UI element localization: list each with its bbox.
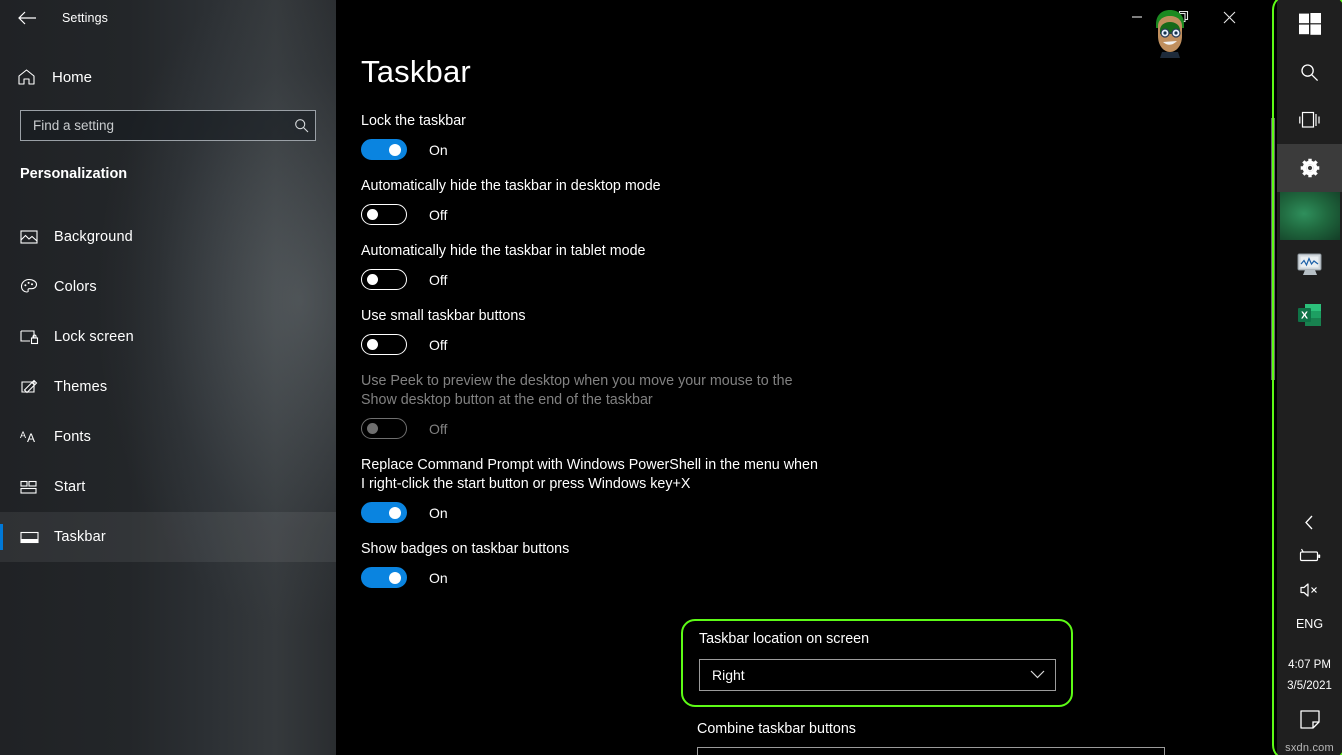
lock-screen-icon: [20, 329, 54, 345]
svg-text:A: A: [20, 430, 26, 440]
toggle-autohide-tablet[interactable]: [361, 269, 407, 290]
taskbar-location-dropdown[interactable]: Right: [699, 659, 1056, 691]
home-icon: [0, 68, 52, 86]
speaker-mute-icon[interactable]: [1277, 573, 1342, 607]
taskbar-location-label: Taskbar location on screen: [699, 631, 869, 647]
sidebar-category-title: Personalization: [20, 166, 127, 182]
sidebar-item-lock-screen-label: Lock screen: [54, 329, 134, 345]
sidebar-item-background-label: Background: [54, 229, 133, 245]
toggle-autohide-desktop[interactable]: [361, 204, 407, 225]
search-container: [20, 110, 316, 141]
excel-app[interactable]: X: [1277, 290, 1342, 340]
back-button[interactable]: [4, 2, 50, 34]
toggle-state: Off: [429, 207, 447, 223]
sidebar-item-lock-screen[interactable]: Lock screen: [0, 312, 336, 362]
toggle-state: On: [429, 570, 448, 586]
palette-icon: [20, 278, 54, 296]
toggle-state: Off: [429, 421, 447, 437]
green-app-tile[interactable]: [1280, 192, 1340, 240]
sidebar-item-taskbar[interactable]: Taskbar: [0, 512, 336, 562]
sidebar-item-themes-label: Themes: [54, 379, 107, 395]
system-tray: ENG 4:07 PM 3/5/2021: [1277, 505, 1342, 697]
start-tiles-icon: [20, 480, 54, 495]
title-bar: Settings: [0, 0, 336, 36]
toggle-replace-cmd-powershell[interactable]: [361, 502, 407, 523]
toggle-show-badges[interactable]: [361, 567, 407, 588]
fonts-aa-icon: A A: [20, 429, 54, 445]
toggle-state: Off: [429, 337, 447, 353]
setting-autohide-tablet: Automatically hide the taskbar in tablet…: [361, 242, 941, 290]
start-button[interactable]: [1277, 0, 1342, 48]
sidebar: Settings Home Personalization: [0, 0, 336, 755]
taskbar-location-highlight: Taskbar location on screen Right: [681, 619, 1073, 707]
app-title: Settings: [62, 11, 108, 25]
resource-monitor-app[interactable]: [1277, 240, 1342, 290]
svg-text:X: X: [1300, 310, 1307, 322]
toggle-lock-the-taskbar[interactable]: [361, 139, 407, 160]
close-button[interactable]: [1206, 2, 1252, 32]
setting-replace-cmd-powershell: Replace Command Prompt with Windows Powe…: [361, 456, 941, 523]
sidebar-item-home[interactable]: Home: [0, 60, 336, 94]
notification-center-button[interactable]: [1277, 700, 1342, 740]
page-title: Taskbar: [361, 54, 471, 90]
toggle-state: Off: [429, 272, 447, 288]
taskbar-icon: [20, 531, 54, 544]
settings-button[interactable]: [1277, 144, 1342, 192]
settings-window: Settings Home Personalization: [0, 0, 1342, 755]
battery-icon[interactable]: [1277, 539, 1342, 573]
chevron-down-icon: [1030, 666, 1045, 684]
setting-label: Replace Command Prompt with Windows Powe…: [361, 456, 821, 494]
mouse-cursor: [1148, 6, 1192, 58]
sidebar-item-start[interactable]: Start: [0, 462, 336, 512]
toggle-state: On: [429, 142, 448, 158]
svg-text:A: A: [27, 431, 35, 445]
setting-label: Automatically hide the taskbar in deskto…: [361, 177, 821, 196]
picture-icon: [20, 229, 54, 245]
sidebar-item-taskbar-label: Taskbar: [54, 529, 106, 545]
toggle-state: On: [429, 505, 448, 521]
toggle-small-buttons[interactable]: [361, 334, 407, 355]
sidebar-item-themes[interactable]: Themes: [0, 362, 336, 412]
search-input[interactable]: [21, 118, 287, 133]
main-content: Taskbar Lock the taskbar On Automaticall…: [336, 0, 1272, 755]
content-scrollbar-thumb[interactable]: [1271, 118, 1275, 380]
sidebar-item-colors-label: Colors: [54, 279, 97, 295]
setting-autohide-desktop: Automatically hide the taskbar in deskto…: [361, 177, 941, 225]
combine-taskbar-buttons-dropdown[interactable]: [697, 747, 1165, 755]
setting-label: Automatically hide the taskbar in tablet…: [361, 242, 821, 261]
sidebar-item-fonts[interactable]: A A Fonts: [0, 412, 336, 462]
input-language-indicator[interactable]: ENG: [1277, 607, 1342, 641]
setting-use-peek: Use Peek to preview the desktop when you…: [361, 372, 941, 439]
content-scrollbar[interactable]: [1270, 0, 1276, 755]
combine-taskbar-buttons-label: Combine taskbar buttons: [697, 721, 856, 737]
sidebar-item-home-label: Home: [52, 69, 92, 86]
sidebar-nav: Background Colors: [0, 212, 336, 562]
task-view-button[interactable]: [1277, 96, 1342, 144]
setting-label: Use small taskbar buttons: [361, 307, 821, 326]
clock-time[interactable]: 4:07 PM: [1277, 655, 1342, 676]
windows-taskbar: X ‹ ›: [1277, 0, 1342, 755]
setting-small-buttons: Use small taskbar buttons Off: [361, 307, 941, 355]
setting-lock-the-taskbar: Lock the taskbar On: [361, 112, 941, 160]
themes-brush-icon: [20, 379, 54, 396]
setting-label: Use Peek to preview the desktop when you…: [361, 372, 821, 410]
taskbar-location-value: Right: [712, 667, 745, 683]
search-button[interactable]: [1277, 48, 1342, 96]
settings-list: Lock the taskbar On Automatically hide t…: [361, 112, 941, 605]
show-hidden-icons-button[interactable]: [1277, 505, 1342, 539]
sidebar-item-fonts-label: Fonts: [54, 429, 91, 445]
search-icon[interactable]: [287, 118, 315, 133]
setting-label: Lock the taskbar: [361, 112, 821, 131]
sidebar-item-colors[interactable]: Colors: [0, 262, 336, 312]
setting-show-badges: Show badges on taskbar buttons On: [361, 540, 941, 588]
sidebar-item-background[interactable]: Background: [0, 212, 336, 262]
sidebar-item-start-label: Start: [54, 479, 85, 495]
clock-date[interactable]: 3/5/2021: [1277, 676, 1342, 697]
toggle-use-peek: [361, 418, 407, 439]
watermark: sxdn.com: [1277, 742, 1342, 754]
setting-label: Show badges on taskbar buttons: [361, 540, 821, 559]
